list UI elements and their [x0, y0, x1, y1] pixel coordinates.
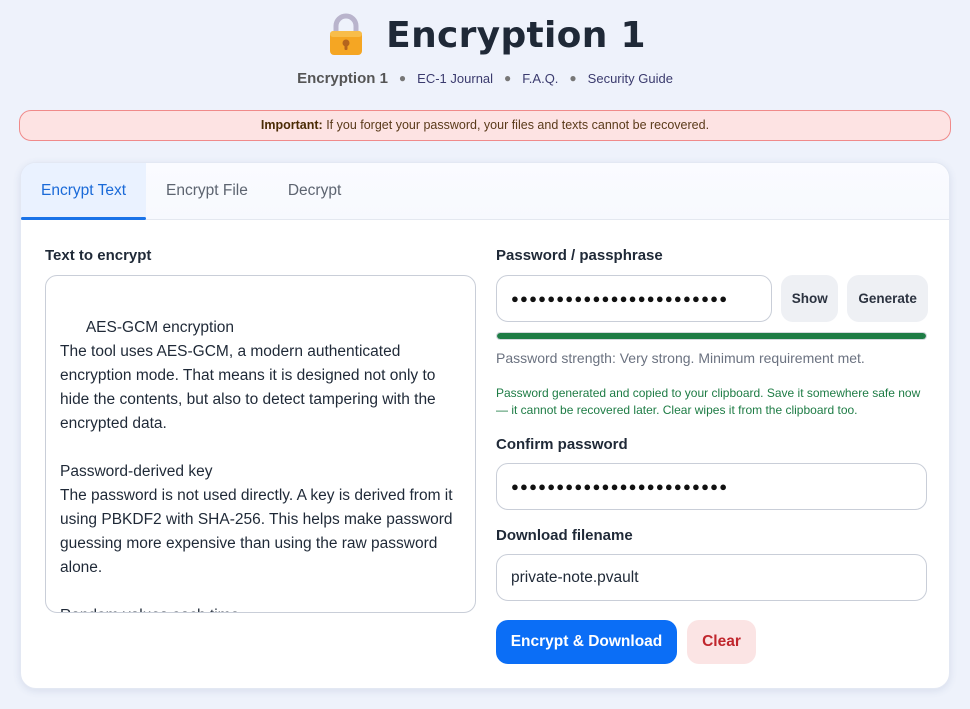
password-label: Password / passphrase [496, 247, 663, 264]
password-generated-note: Password generated and copied to your cl… [496, 386, 921, 417]
password-strength-text: Password strength: Very strong. Minimum … [496, 350, 865, 366]
password-strength-bar [496, 332, 927, 340]
warning-alert: Important: If you forget your password, … [19, 110, 951, 141]
clear-button[interactable]: Clear [687, 620, 756, 664]
textarea-content: AES-GCM encryption The tool uses AES-GCM… [60, 319, 453, 612]
text-to-encrypt-textarea[interactable]: AES-GCM encryption The tool uses AES-GCM… [45, 275, 476, 613]
lock-icon [324, 13, 368, 57]
nav-separator: ● [398, 71, 407, 85]
page-title: Encryption 1 [386, 14, 646, 56]
main-card: Encrypt Text Encrypt File Decrypt Text t… [20, 162, 950, 689]
download-filename-label: Download filename [496, 527, 633, 544]
top-nav: Encryption 1 ● EC-1 Journal ● F.A.Q. ● S… [0, 68, 970, 88]
resize-handle-icon[interactable] [460, 597, 472, 609]
show-password-button[interactable]: Show [781, 275, 839, 322]
confirm-masked-value: ●●●●●●●●●●●●●●●●●●●●●●●● [511, 479, 729, 494]
password-strength-fill [497, 333, 926, 339]
download-filename-input[interactable]: private-note.pvault [496, 554, 927, 601]
nav-separator: ● [504, 71, 512, 85]
tab-encrypt-file[interactable]: Encrypt File [146, 163, 268, 219]
nav-link-faq[interactable]: F.A.Q. [522, 71, 558, 86]
alert-text: If you forget your password, your files … [322, 118, 710, 132]
alert-strong: Important: [260, 118, 323, 132]
confirm-password-block: Confirm password ●●●●●●●●●●●●●●●●●●●●●●●… [496, 436, 928, 510]
text-to-encrypt-label: Text to encrypt [45, 247, 152, 264]
filename-block: Download filename private-note.pvault [496, 527, 928, 601]
text-panel: Text to encrypt AES-GCM encryption The t… [45, 247, 476, 613]
nav-brand[interactable]: Encryption 1 [297, 70, 388, 87]
confirm-password-label: Confirm password [496, 436, 628, 453]
download-filename-value: private-note.pvault [511, 568, 639, 586]
password-masked-value: ●●●●●●●●●●●●●●●●●●●●●●●● [511, 291, 729, 306]
tab-encrypt-text[interactable]: Encrypt Text [21, 163, 147, 220]
password-input[interactable]: ●●●●●●●●●●●●●●●●●●●●●●●● [496, 275, 773, 322]
page-header: Encryption 1 Encryption 1 ● EC-1 Journal… [0, 0, 970, 88]
action-buttons: Encrypt & Download Clear [496, 620, 928, 664]
nav-link-security-guide[interactable]: Security Guide [588, 71, 673, 86]
generate-password-button[interactable]: Generate [847, 275, 929, 322]
title-row: Encryption 1 [0, 12, 970, 58]
password-row: ●●●●●●●●●●●●●●●●●●●●●●●● Show Generate [496, 275, 929, 322]
encrypt-download-button[interactable]: Encrypt & Download [496, 620, 677, 664]
tab-bar: Encrypt Text Encrypt File Decrypt [21, 163, 949, 220]
nav-separator: ● [569, 71, 577, 85]
nav-link-journal[interactable]: EC-1 Journal [417, 71, 493, 86]
password-panel: Password / passphrase ●●●●●●●●●●●●●●●●●●… [496, 247, 929, 664]
tab-decrypt[interactable]: Decrypt [268, 163, 361, 219]
confirm-password-input[interactable]: ●●●●●●●●●●●●●●●●●●●●●●●● [496, 463, 927, 510]
